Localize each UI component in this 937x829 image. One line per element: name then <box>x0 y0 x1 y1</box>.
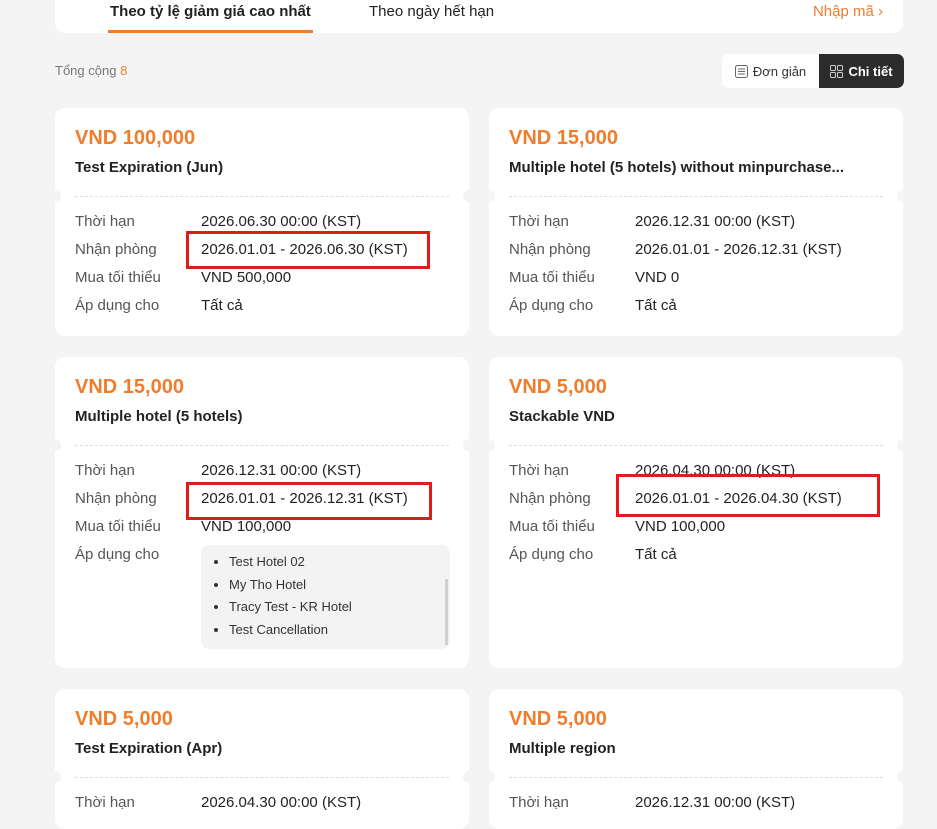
coupon-row-expiry: Thời hạn 2026.12.31 00:00 (KST) <box>75 462 361 482</box>
coupon-row-apply: Áp dụng cho Tất cả <box>75 297 243 317</box>
row-label: Áp dụng cho <box>509 297 594 314</box>
row-value: 2026.06.30 00:00 (KST) <box>201 213 362 230</box>
hotel-item: Tracy Test - KR Hotel <box>229 596 450 619</box>
row-value: 2026.04.30 00:00 (KST) <box>201 794 362 811</box>
coupon-row-apply: Áp dụng cho Tất cả <box>509 297 677 317</box>
divider <box>509 196 883 197</box>
coupon-amount: VND 15,000 <box>509 127 618 149</box>
hotel-item: My Tho Hotel <box>229 574 450 597</box>
total-number: 8 <box>120 63 128 78</box>
divider <box>75 196 449 197</box>
row-value: Tất cả <box>201 297 243 314</box>
sort-tabs: Theo tỷ lệ giảm giá cao nhất Theo ngày h… <box>55 0 903 33</box>
row-label: Nhận phòng <box>509 241 591 258</box>
coupon-card[interactable]: VND 15,000 Multiple hotel (5 hotels) wit… <box>483 108 909 336</box>
hotel-item: Test Hotel 02 <box>229 551 450 574</box>
row-value: VND 100,000 <box>635 518 726 535</box>
coupon-title: Stackable VND <box>509 408 615 425</box>
total-label: Tổng cộng <box>55 63 117 78</box>
coupon-amount: VND 100,000 <box>75 127 196 149</box>
coupon-card[interactable]: VND 5,000 Multiple region Thời hạn 2026.1… <box>483 689 909 829</box>
hotel-list[interactable]: Test Hotel 02My Tho HotelTracy Test - KR… <box>201 545 450 649</box>
highlight-box <box>186 482 432 520</box>
coupon-row-expiry: Thời hạn 2026.04.30 00:00 (KST) <box>75 794 361 814</box>
row-label: Thời hạn <box>509 213 569 230</box>
row-label: Thời hạn <box>75 794 135 811</box>
row-label: Áp dụng cho <box>75 297 160 314</box>
coupon-title: Multiple hotel (5 hotels) without minpur… <box>509 159 845 176</box>
coupon-card[interactable]: VND 15,000 Multiple hotel (5 hotels) Thờ… <box>49 357 475 668</box>
row-label: Thời hạn <box>509 794 569 811</box>
row-value: VND 500,000 <box>201 269 292 286</box>
row-label: Thời hạn <box>75 213 135 230</box>
row-label: Nhận phòng <box>75 490 157 507</box>
row-value: VND 0 <box>635 269 680 286</box>
coupon-row-apply: Áp dụng cho <box>75 546 201 566</box>
coupon-card[interactable]: VND 5,000 Test Expiration (Apr) Thời hạn… <box>49 689 475 829</box>
coupon-row-apply: Áp dụng cho Tất cả <box>509 546 677 566</box>
coupon-row-min: Mua tối thiểu VND 500,000 <box>75 269 291 289</box>
total-count: Tổng cộng 8 <box>55 63 127 78</box>
coupon-amount: VND 5,000 <box>509 376 607 398</box>
coupon-row-expiry: Thời hạn 2026.06.30 00:00 (KST) <box>75 213 361 233</box>
coupon-row-min: Mua tối thiểu VND 0 <box>509 269 679 289</box>
row-label: Mua tối thiểu <box>75 518 161 535</box>
coupon-title: Test Expiration (Apr) <box>75 740 223 757</box>
detail-view-label: Chi tiết <box>848 63 893 79</box>
row-label: Áp dụng cho <box>509 546 594 563</box>
coupon-amount: VND 15,000 <box>75 376 184 398</box>
coupon-row-min: Mua tối thiểu VND 100,000 <box>75 518 291 538</box>
coupon-title: Multiple hotel (5 hotels) <box>75 408 243 425</box>
row-value: VND 100,000 <box>201 518 292 535</box>
row-label: Mua tối thiểu <box>509 518 595 535</box>
coupon-card[interactable]: VND 5,000 Stackable VND Thời hạn 2026.04.… <box>483 357 909 668</box>
tab-highest-discount[interactable]: Theo tỷ lệ giảm giá cao nhất <box>108 3 313 33</box>
coupon-row-min: Mua tối thiểu VND 100,000 <box>509 518 725 538</box>
view-toggle: Đơn giản Chi tiết <box>722 54 904 88</box>
divider <box>509 777 883 778</box>
coupon-title: Test Expiration (Jun) <box>75 159 224 176</box>
list-icon <box>734 64 748 78</box>
row-label: Nhận phòng <box>75 241 157 258</box>
coupon-amount: VND 5,000 <box>75 708 173 730</box>
highlight-box <box>186 231 430 269</box>
simple-view-label: Đơn giản <box>752 63 807 79</box>
row-value: 2026.01.01 - 2026.12.31 (KST) <box>635 241 842 258</box>
row-value: 2026.12.31 00:00 (KST) <box>635 213 796 230</box>
divider <box>509 445 883 446</box>
coupon-row-checkin: Nhận phòng 2026.01.01 - 2026.12.31 (KST) <box>509 241 842 261</box>
coupon-amount: VND 5,000 <box>509 708 607 730</box>
highlight-box <box>616 474 880 517</box>
divider <box>75 777 449 778</box>
row-label: Mua tối thiểu <box>509 269 595 286</box>
coupon-row-expiry: Thời hạn 2026.12.31 00:00 (KST) <box>509 213 795 233</box>
row-label: Mua tối thiểu <box>75 269 161 286</box>
row-value: Tất cả <box>635 297 677 314</box>
simple-view-button[interactable]: Đơn giản <box>722 54 819 88</box>
detail-view-button[interactable]: Chi tiết <box>819 54 904 88</box>
hotel-item: Test Cancellation <box>229 619 450 642</box>
scrollbar[interactable] <box>445 579 448 645</box>
enter-code-link[interactable]: Nhập mã › <box>813 3 883 20</box>
coupon-row-expiry: Thời hạn 2026.12.31 00:00 (KST) <box>509 794 795 814</box>
row-value: 2026.12.31 00:00 (KST) <box>201 462 362 479</box>
divider <box>75 445 449 446</box>
row-value: 2026.12.31 00:00 (KST) <box>635 794 796 811</box>
row-label: Thời hạn <box>75 462 135 479</box>
row-value: Tất cả <box>635 546 677 563</box>
coupon-title: Multiple region <box>509 740 616 757</box>
grid-icon <box>830 64 844 78</box>
row-label: Áp dụng cho <box>75 546 160 563</box>
coupon-card[interactable]: VND 100,000 Test Expiration (Jun) Thời h… <box>49 108 475 336</box>
tab-expiry-date[interactable]: Theo ngày hết hạn <box>369 3 494 20</box>
